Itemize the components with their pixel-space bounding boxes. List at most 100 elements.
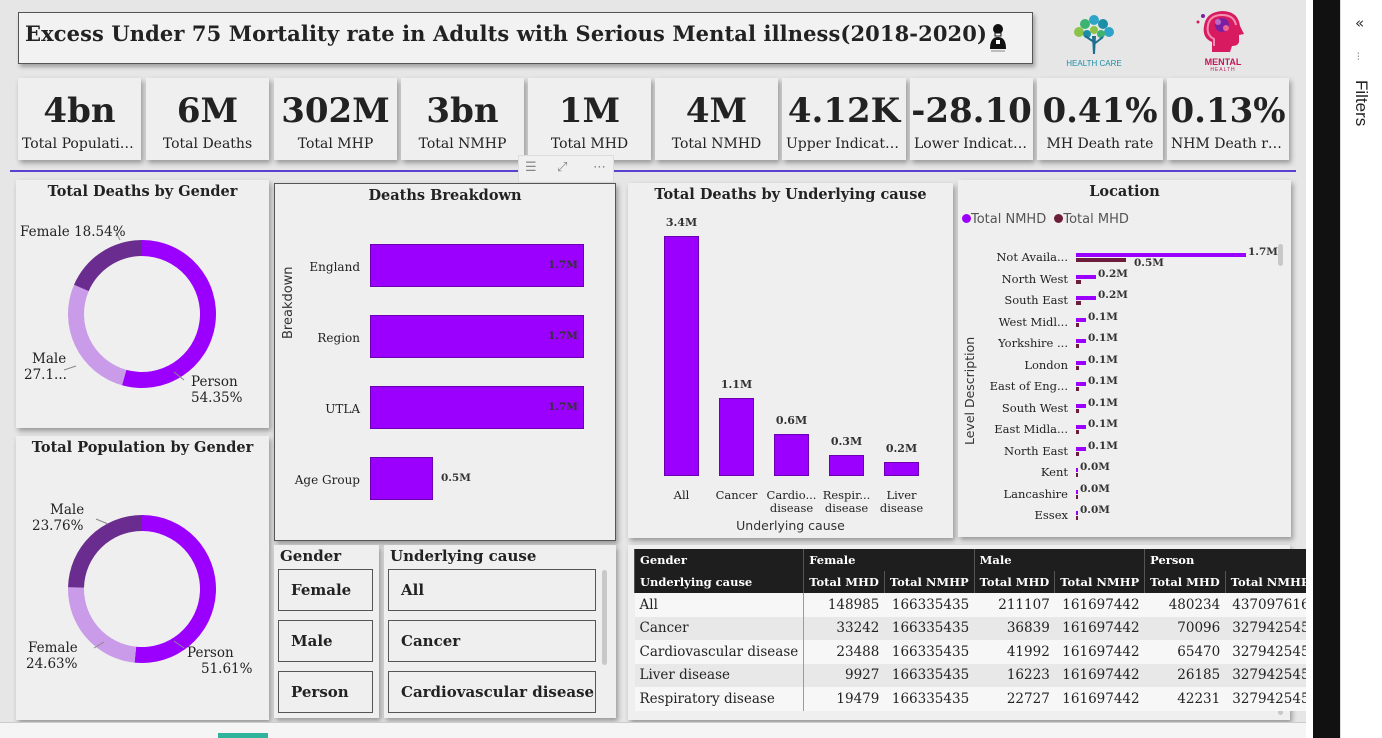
- donut-slice-male[interactable]: [68, 587, 137, 663]
- subheader-person-mhd[interactable]: Total MHD: [1144, 571, 1226, 593]
- slicer-title: Gender: [280, 547, 342, 565]
- subheader-underlying-cause[interactable]: Underlying cause: [633, 571, 804, 593]
- location-bar-mhd[interactable]: [1076, 365, 1079, 370]
- gender-slicer[interactable]: Gender Female Male Person: [274, 545, 379, 718]
- kpi-label: Total MHD: [550, 136, 629, 152]
- population-donut-chart[interactable]: [16, 436, 269, 720]
- location-bar-mhd[interactable]: [1076, 451, 1079, 456]
- location-bar-mhd[interactable]: [1076, 344, 1079, 348]
- more-options-icon[interactable]: ⋯: [593, 160, 606, 175]
- kpi-total-mhd[interactable]: 1M Total MHD: [528, 78, 651, 160]
- location-bar-nmhd[interactable]: [1076, 489, 1078, 494]
- donut-slice-person[interactable]: [134, 515, 216, 663]
- active-page-tab[interactable]: [218, 733, 268, 738]
- collapse-icon[interactable]: «: [1355, 14, 1364, 32]
- location-bar-nmhd[interactable]: [1076, 339, 1086, 343]
- table-row[interactable]: All 148985 166335435 211107 161697442 480234 4…: [634, 593, 1315, 617]
- location-bar-mhd[interactable]: [1076, 387, 1079, 391]
- kpi-total-nmhp[interactable]: 3bn Total NMHP: [401, 78, 524, 160]
- cause-bar[interactable]: [774, 433, 809, 476]
- kpi-total-population[interactable]: 4bn Total Population: [18, 78, 141, 160]
- table-cell: 166335435: [884, 616, 975, 640]
- slicer-scrollbar[interactable]: [602, 570, 607, 665]
- location-bar-nmhd[interactable]: [1076, 446, 1086, 451]
- table-row[interactable]: Liver disease 9927 166335435 16223 161697442…: [634, 663, 1315, 687]
- slicer-item-male[interactable]: Male: [278, 620, 373, 662]
- location-bar-nmhd[interactable]: [1076, 317, 1086, 322]
- focus-mode-icon[interactable]: ⤢: [557, 160, 567, 175]
- subheader-person-nmhp[interactable]: Total NMHP: [1224, 571, 1315, 593]
- location-bar-mhd[interactable]: [1076, 258, 1126, 262]
- kpi-total-mhp[interactable]: 302M Total MHP: [274, 78, 397, 160]
- bar-value-label: 0.5M: [440, 472, 471, 484]
- bar-value-label: 0.2M: [1098, 267, 1128, 280]
- kpi-mh-death-rate[interactable]: 0.41% MH Death rate: [1037, 78, 1163, 160]
- header-female[interactable]: Female: [803, 549, 975, 571]
- location-bar-mhd[interactable]: [1076, 279, 1081, 284]
- location-category-label: London: [1024, 357, 1068, 372]
- location-bar-nmhd[interactable]: [1076, 296, 1096, 300]
- cause-bar[interactable]: [664, 236, 699, 476]
- subheader-female-nmhp[interactable]: Total NMHP: [883, 571, 975, 593]
- subheader-female-mhd[interactable]: Total MHD: [803, 571, 885, 593]
- location-scrollbar[interactable]: [1278, 244, 1283, 266]
- location-bar-nmhd[interactable]: [1076, 274, 1096, 279]
- kpi-label: Upper Indicator ...: [786, 136, 906, 152]
- location-bar-mhd[interactable]: [1076, 516, 1078, 520]
- location-bar-nmhd[interactable]: [1076, 425, 1086, 429]
- slicer-item-person[interactable]: Person: [278, 671, 373, 713]
- breakdown-bar[interactable]: [370, 457, 433, 500]
- table-cell: 65470: [1144, 640, 1226, 664]
- deaths-by-gender-visual[interactable]: Total Deaths by Gender Female 18.54% Mal…: [16, 180, 269, 428]
- kpi-nhm-death-rate[interactable]: 0.13% NHM Death rate: [1167, 78, 1289, 160]
- slicer-item-all[interactable]: All: [388, 569, 596, 611]
- location-bar-mhd[interactable]: [1076, 473, 1078, 477]
- location-bar-nmhd[interactable]: [1076, 468, 1078, 472]
- header-gender[interactable]: Gender: [633, 549, 804, 571]
- location-bar-mhd[interactable]: [1076, 322, 1079, 327]
- location-bar-nmhd[interactable]: [1076, 511, 1078, 515]
- location-bar-mhd[interactable]: [1076, 430, 1079, 434]
- table-row[interactable]: Cancer 33242 166335435 36839 161697442 70096 3…: [634, 616, 1315, 640]
- location-bar-mhd[interactable]: [1076, 408, 1079, 413]
- location-bar-nmhd[interactable]: [1076, 403, 1086, 408]
- kpi-lower-indicator[interactable]: -28.10 Lower Indicator ...: [910, 78, 1033, 160]
- bar-value-label: 0.1M: [1088, 310, 1118, 323]
- location-category-label: East Midla...: [994, 422, 1068, 436]
- cause-bar[interactable]: [719, 398, 754, 476]
- location-visual[interactable]: Location Total NMHD Total MHD Level Desc…: [958, 180, 1291, 537]
- underlying-cause-slicer[interactable]: Underlying cause All Cancer Cardiovascul…: [384, 545, 616, 718]
- slicer-item-female[interactable]: Female: [278, 569, 373, 611]
- table-row[interactable]: Respiratory disease 19479 166335435 22727 16…: [634, 687, 1315, 711]
- slicer-item-cardiovascular[interactable]: Cardiovascular disease: [388, 671, 596, 713]
- location-bar-nmhd[interactable]: [1076, 382, 1086, 386]
- header-male[interactable]: Male: [973, 549, 1145, 571]
- cause-bar[interactable]: [829, 454, 864, 476]
- report-title: Excess Under 75 Mortality rate in Adults…: [25, 21, 987, 46]
- slicer-item-cancer[interactable]: Cancer: [388, 620, 596, 662]
- filter-icon[interactable]: ☰: [525, 160, 537, 175]
- cause-bar[interactable]: [884, 461, 919, 476]
- underlying-cause-visual[interactable]: Total Deaths by Underlying cause 3.4M All…: [628, 183, 953, 538]
- row-header-cell: Liver disease: [634, 663, 805, 687]
- filters-label[interactable]: Filters: [1351, 80, 1371, 126]
- deaths-breakdown-visual[interactable]: Deaths Breakdown Breakdown England 1.7M Re…: [274, 183, 616, 541]
- donut-slice-male[interactable]: [68, 284, 127, 386]
- subheader-male-mhd[interactable]: Total MHD: [973, 571, 1055, 593]
- filters-pane[interactable]: « ⫶ Filters: [1340, 0, 1382, 738]
- subheader-male-nmhp[interactable]: Total NMHP: [1054, 571, 1145, 593]
- bar-value-label: 1.7M: [548, 401, 578, 413]
- header-person[interactable]: Person: [1144, 549, 1315, 571]
- location-bar-mhd[interactable]: [1076, 494, 1078, 499]
- kpi-total-nmhd[interactable]: 4M Total NMHD: [655, 78, 778, 160]
- kpi-total-deaths[interactable]: 6M Total Deaths: [146, 78, 269, 160]
- location-bar-mhd[interactable]: [1076, 301, 1081, 305]
- donut-slice-female[interactable]: [74, 240, 142, 292]
- population-by-gender-visual[interactable]: Total Population by Gender Male 23.76% F…: [16, 436, 269, 720]
- kpi-label: Total MHP: [297, 136, 374, 152]
- table-row[interactable]: Cardiovascular disease 23488 166335435 4199…: [634, 640, 1315, 664]
- location-bar-nmhd[interactable]: [1076, 360, 1086, 365]
- donut-slice-person[interactable]: [122, 240, 217, 388]
- bar-category-label: UTLA: [325, 402, 360, 416]
- kpi-upper-indicator[interactable]: 4.12K Upper Indicator ...: [782, 78, 906, 160]
